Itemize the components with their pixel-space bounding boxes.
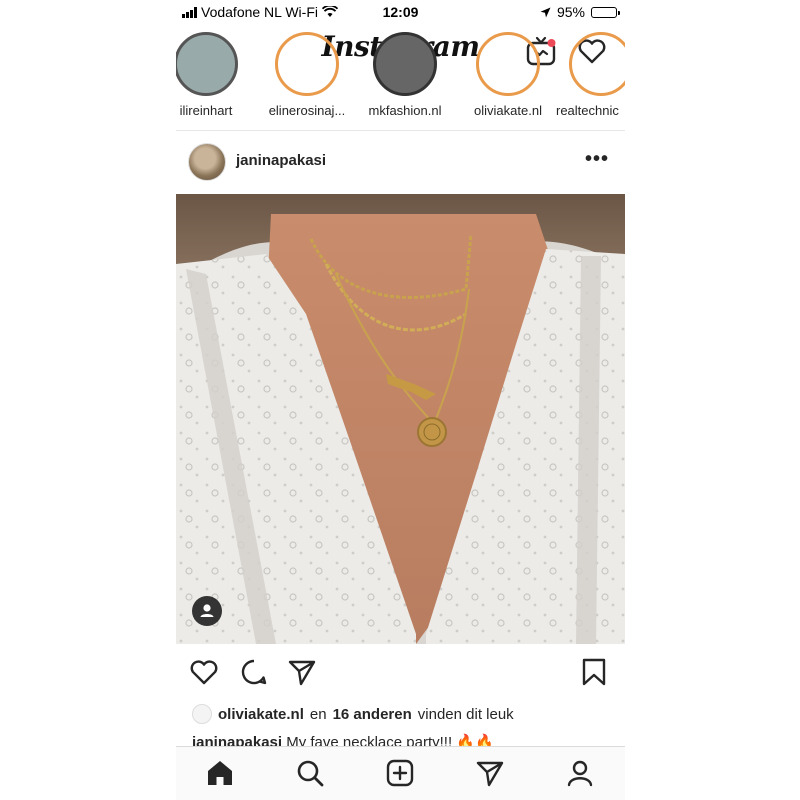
instagram-app: Vodafone NL Wi-Fi 12:09 95% Instagram (176, 0, 625, 800)
story-name: realtechnic (556, 103, 619, 118)
likes-summary[interactable]: oliviakate.nl en 16 anderen vinden dit l… (192, 704, 514, 724)
comment-icon[interactable] (238, 656, 270, 688)
story-name: elinerosinaj... (268, 103, 346, 118)
story-avatar[interactable] (176, 32, 238, 96)
photo-image (176, 194, 625, 644)
add-post-icon[interactable] (384, 757, 416, 789)
notification-dot (547, 39, 556, 47)
avatar[interactable] (188, 143, 226, 181)
story-avatar[interactable] (275, 32, 339, 96)
story-item[interactable]: oliviakate.nl (459, 32, 557, 130)
direct-message-icon[interactable] (474, 757, 506, 789)
post-header: janinapakasi ••• (176, 140, 625, 186)
location-icon (540, 7, 551, 17)
bookmark-icon[interactable] (578, 656, 610, 688)
home-icon[interactable] (204, 757, 236, 789)
profile-icon[interactable] (564, 757, 596, 789)
battery-percent: 95% (556, 4, 585, 20)
story-name: ilireinhart (179, 103, 233, 118)
story-item[interactable]: ilireinhart (176, 32, 248, 130)
likes-others[interactable]: 16 anderen (333, 706, 412, 723)
likes-connector: en (309, 705, 327, 723)
post-photo[interactable] (176, 194, 625, 644)
story-avatar[interactable] (373, 32, 437, 96)
more-options-icon[interactable]: ••• (585, 148, 609, 171)
stories-tray: ilireinhart elinerosinaj... mkfashion.nl… (176, 32, 625, 131)
bottom-tab-bar (176, 746, 625, 800)
like-heart-icon[interactable] (188, 656, 220, 688)
share-icon[interactable] (286, 656, 318, 688)
story-avatar[interactable] (569, 32, 625, 96)
likes-suffix: vinden dit leuk (417, 705, 514, 723)
post-username[interactable]: janinapakasi (236, 152, 326, 169)
user-tag-button[interactable] (192, 596, 222, 626)
search-icon[interactable] (294, 757, 326, 789)
story-name: mkfashion.nl (368, 103, 442, 118)
story-name: oliviakate.nl (474, 103, 542, 118)
battery-icon (591, 6, 620, 18)
story-item[interactable]: elinerosinaj... (256, 32, 358, 130)
person-icon (200, 604, 214, 617)
liker-username[interactable]: oliviakate.nl (218, 706, 304, 723)
status-right: 95% (540, 4, 620, 20)
story-item[interactable]: mkfashion.nl (356, 32, 454, 130)
post-actions (176, 650, 625, 696)
liker-avatar (192, 704, 212, 724)
status-bar: Vodafone NL Wi-Fi 12:09 95% (176, 0, 625, 26)
story-avatar[interactable] (476, 32, 540, 96)
story-item[interactable]: realtechnic (556, 32, 625, 130)
